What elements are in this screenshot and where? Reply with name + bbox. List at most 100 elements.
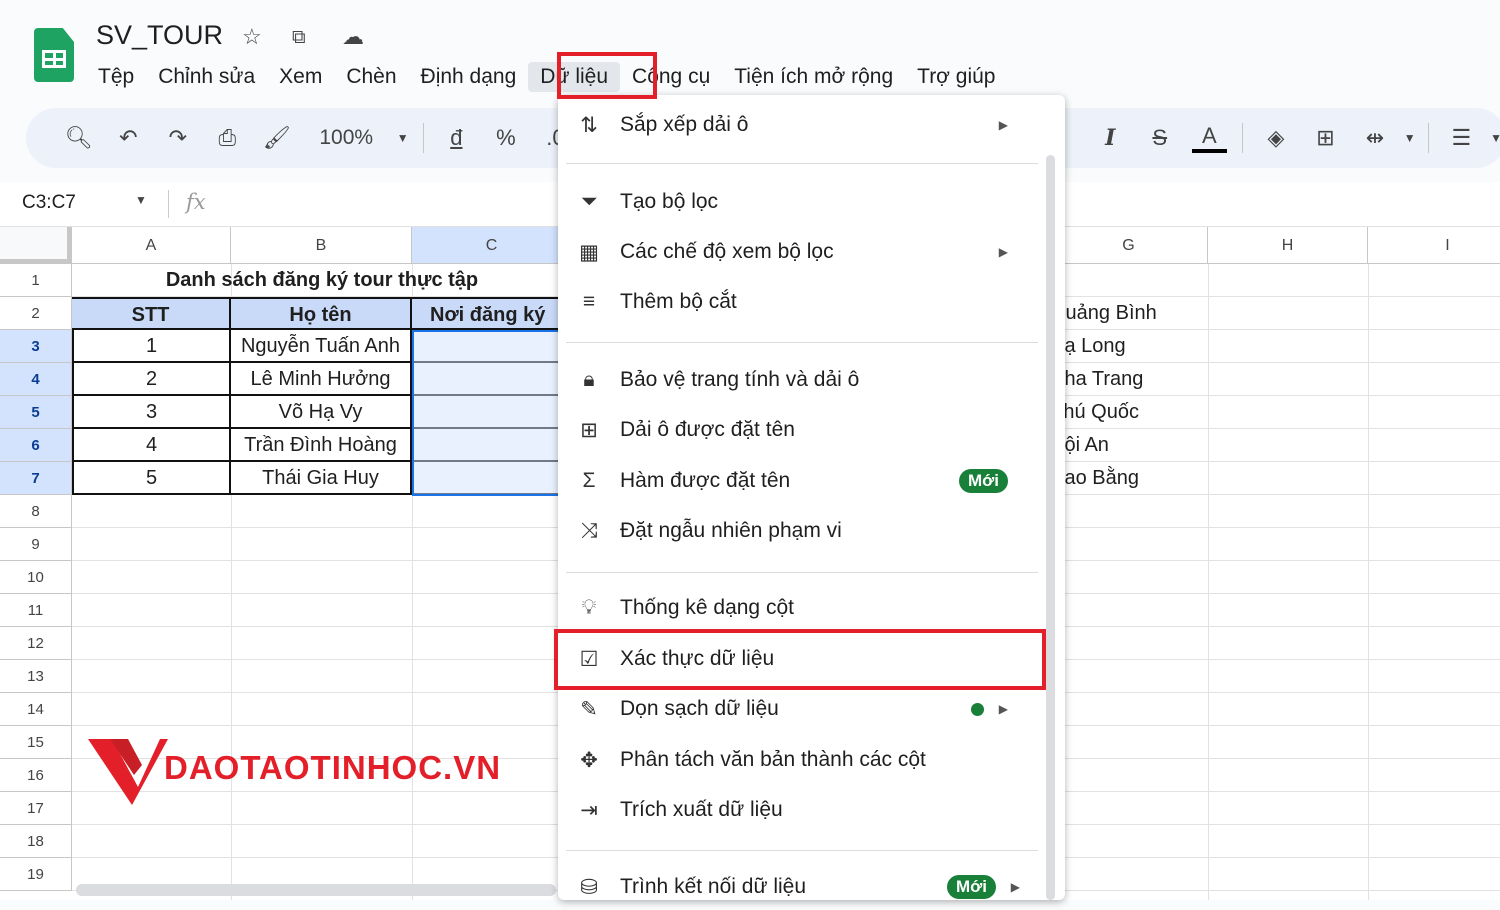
- row-header[interactable]: 13: [0, 660, 72, 693]
- row-header[interactable]: 3: [0, 330, 72, 363]
- sheet-title-cell[interactable]: Danh sách đăng ký tour thực tập: [72, 264, 572, 297]
- row-header[interactable]: 16: [0, 759, 72, 792]
- stt-cell[interactable]: 3: [72, 396, 231, 429]
- menu-item-filter[interactable]: ⏷ Tạo bộ lọc: [558, 179, 1048, 225]
- menu-file[interactable]: Tệp: [86, 62, 146, 92]
- align-left-icon[interactable]: ☰: [1437, 125, 1487, 151]
- named-range-icon: ⊞: [580, 418, 598, 442]
- menu-item-named-range[interactable]: ⊞ Dải ô được đặt tên: [558, 407, 1048, 453]
- cloud-saved-icon[interactable]: ☁: [342, 24, 364, 50]
- name-box[interactable]: C3:C7: [22, 192, 76, 214]
- sigma-icon: Σ: [582, 469, 596, 492]
- toolbar-divider: [1242, 123, 1244, 153]
- select-all-corner[interactable]: [0, 227, 72, 264]
- borders-icon[interactable]: ⊞: [1301, 125, 1351, 151]
- column-header-g[interactable]: G: [1050, 227, 1208, 264]
- stt-cell[interactable]: 1: [72, 330, 231, 363]
- fill-color-icon[interactable]: ◈: [1251, 125, 1301, 151]
- stt-cell[interactable]: 2: [72, 363, 231, 396]
- column-header-i[interactable]: I: [1368, 227, 1500, 264]
- menu-format[interactable]: Định dạng: [409, 62, 529, 92]
- row-header[interactable]: 2: [0, 297, 72, 330]
- stt-cell[interactable]: 4: [72, 429, 231, 462]
- selected-range[interactable]: [412, 330, 572, 496]
- menu-item-data-validation[interactable]: ☑ Xác thực dữ liệu: [558, 636, 1048, 682]
- menu-item-database[interactable]: ⛁ Trình kết nối dữ liệu ▶ Mới: [558, 864, 1048, 910]
- italic-icon[interactable]: I: [1085, 125, 1135, 151]
- place-list-cell[interactable]: Quảng Bình: [1050, 297, 1157, 330]
- stt-cell[interactable]: 5: [72, 462, 231, 495]
- zoom-select[interactable]: 100%: [302, 126, 391, 150]
- database-icon: ⛁: [580, 875, 598, 899]
- menu-item-slicer[interactable]: ≡ Thêm bộ cắt: [558, 279, 1048, 325]
- submenu-arrow-icon: ▶: [1010, 880, 1020, 894]
- header-cell-place[interactable]: Nơi đăng ký: [412, 297, 572, 330]
- row-header[interactable]: 5: [0, 396, 72, 429]
- menu-tools[interactable]: Công cụ: [620, 62, 722, 92]
- sheets-logo[interactable]: [34, 28, 74, 82]
- undo-icon[interactable]: ↶: [104, 125, 154, 151]
- chevron-down-icon[interactable]: ▼: [391, 131, 415, 145]
- row-header[interactable]: 1: [0, 264, 72, 297]
- name-cell[interactable]: Trần Đình Hoàng: [231, 429, 412, 462]
- row-header[interactable]: 15: [0, 726, 72, 759]
- name-cell[interactable]: Thái Gia Huy: [231, 462, 412, 495]
- menu-item-extract[interactable]: ⇥ Trích xuất dữ liệu: [558, 787, 1048, 833]
- menu-item-sigma[interactable]: Σ Hàm được đặt tên Mới: [558, 458, 1048, 504]
- name-cell[interactable]: Nguyễn Tuấn Anh: [231, 330, 412, 363]
- paint-format-icon[interactable]: 🖌︎: [252, 125, 302, 151]
- menu-item-lightbulb[interactable]: 💡︎ Thống kê dạng cột: [558, 585, 1048, 631]
- row-header[interactable]: 17: [0, 792, 72, 825]
- document-title[interactable]: SV_TOUR: [96, 20, 223, 51]
- row-header[interactable]: 12: [0, 627, 72, 660]
- menu-item-lock[interactable]: 🔒︎ Bảo vệ trang tính và dải ô: [558, 357, 1048, 403]
- header-cell-name[interactable]: Họ tên: [231, 297, 412, 330]
- move-folder-icon[interactable]: ⧉: [292, 27, 306, 49]
- column-header-b[interactable]: B: [231, 227, 412, 264]
- watermark-logo: DAOTAOTINHOC.VN: [88, 735, 528, 812]
- chevron-down-icon[interactable]: ▼: [1400, 131, 1420, 145]
- percent-format-button[interactable]: %: [481, 125, 531, 151]
- name-cell[interactable]: Lê Minh Hưởng: [231, 363, 412, 396]
- menu-edit[interactable]: Chỉnh sửa: [146, 62, 267, 92]
- row-header[interactable]: 11: [0, 594, 72, 627]
- column-header-h[interactable]: H: [1208, 227, 1368, 264]
- column-header-c[interactable]: C: [412, 227, 572, 264]
- chevron-down-icon[interactable]: ▼: [135, 193, 147, 207]
- row-header[interactable]: 6: [0, 429, 72, 462]
- grid-line: [1208, 264, 1209, 900]
- row-header[interactable]: 14: [0, 693, 72, 726]
- chevron-down-icon[interactable]: ▼: [1486, 131, 1500, 145]
- star-icon[interactable]: ☆: [242, 24, 262, 50]
- redo-icon[interactable]: ↷: [153, 125, 203, 151]
- strikethrough-icon[interactable]: S: [1135, 125, 1185, 151]
- row-header[interactable]: 4: [0, 363, 72, 396]
- menu-item-split[interactable]: ✥ Phân tách văn bản thành các cột: [558, 737, 1048, 783]
- menu-item-sort[interactable]: ⇅ Sắp xếp dải ô ▶: [558, 102, 1048, 148]
- menu-item-filter-views[interactable]: ▦ Các chế độ xem bộ lọc ▶: [558, 229, 1048, 275]
- column-header-a[interactable]: A: [72, 227, 231, 264]
- row-header[interactable]: 8: [0, 495, 72, 528]
- merge-cells-icon[interactable]: ⇹: [1350, 125, 1400, 151]
- header-cell-stt[interactable]: STT: [72, 297, 231, 330]
- menu-view[interactable]: Xem: [267, 62, 334, 92]
- menu-insert[interactable]: Chèn: [334, 62, 408, 92]
- menu-extensions[interactable]: Tiện ích mở rộng: [722, 62, 905, 92]
- menu-item-shuffle[interactable]: ⤨ Đặt ngẫu nhiên phạm vi: [558, 508, 1048, 554]
- menu-item-label: Hàm được đặt tên: [620, 469, 791, 492]
- row-header[interactable]: 10: [0, 561, 72, 594]
- currency-format-button[interactable]: đ: [432, 125, 482, 151]
- row-header[interactable]: 19: [0, 858, 72, 891]
- row-header[interactable]: 7: [0, 462, 72, 495]
- row-header[interactable]: 9: [0, 528, 72, 561]
- row-header[interactable]: 18: [0, 825, 72, 858]
- text-color-icon[interactable]: A: [1191, 123, 1228, 153]
- print-icon[interactable]: ⎙: [203, 125, 253, 151]
- name-cell[interactable]: Võ Hạ Vy: [231, 396, 412, 429]
- submenu-arrow-icon: ▶: [998, 118, 1008, 132]
- menu-data[interactable]: Dữ liệu: [528, 62, 621, 92]
- horizontal-scrollbar[interactable]: [76, 884, 556, 896]
- menu-item-magic-wand[interactable]: ✎ Dọn sạch dữ liệu ▶: [558, 686, 1048, 732]
- menu-help[interactable]: Trợ giúp: [905, 62, 1007, 92]
- search-icon[interactable]: 🔍︎: [54, 125, 104, 151]
